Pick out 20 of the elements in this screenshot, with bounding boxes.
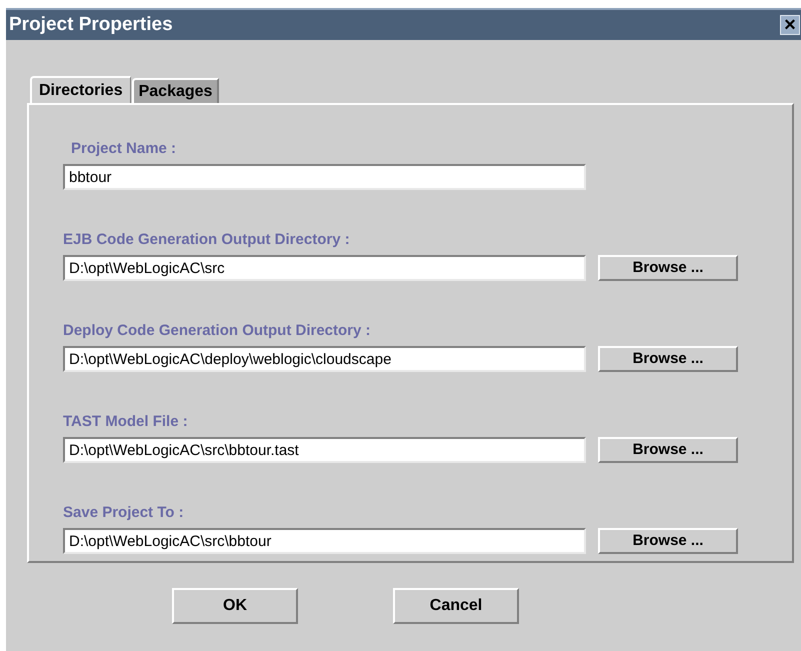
dialog-button[interactable]: Cancel <box>393 588 519 624</box>
input-field[interactable]: D:\opt\WebLogicAC\deploy\weblogic\cloudscape <box>63 346 586 372</box>
field-label: EJB Code Generation Output Directory : <box>63 231 351 249</box>
input-field[interactable]: D:\opt\WebLogicAC\src\bbtour <box>63 528 586 554</box>
tab[interactable]: Packages <box>132 78 220 103</box>
tab[interactable]: Directories <box>30 76 131 103</box>
dialog-button[interactable]: OK <box>172 588 298 624</box>
field-label: Save Project To : <box>63 504 185 522</box>
input-field[interactable]: D:\opt\WebLogicAC\src\bbtour.tast <box>63 437 586 463</box>
browse-button[interactable]: Browse ... <box>598 528 738 554</box>
close-button[interactable]: × <box>780 15 800 35</box>
browse-button[interactable]: Browse ... <box>598 437 738 463</box>
input-field[interactable]: D:\opt\WebLogicAC\src <box>63 255 586 281</box>
field-label: TAST Model File : <box>63 413 189 431</box>
input-field[interactable]: bbtour <box>63 164 586 190</box>
field-label: Deploy Code Generation Output Directory : <box>63 322 372 340</box>
browse-button[interactable]: Browse ... <box>598 255 738 281</box>
browse-button[interactable]: Browse ... <box>598 346 738 372</box>
field-label: Project Name : <box>70 140 178 158</box>
window-title: Project Properties <box>9 12 173 37</box>
